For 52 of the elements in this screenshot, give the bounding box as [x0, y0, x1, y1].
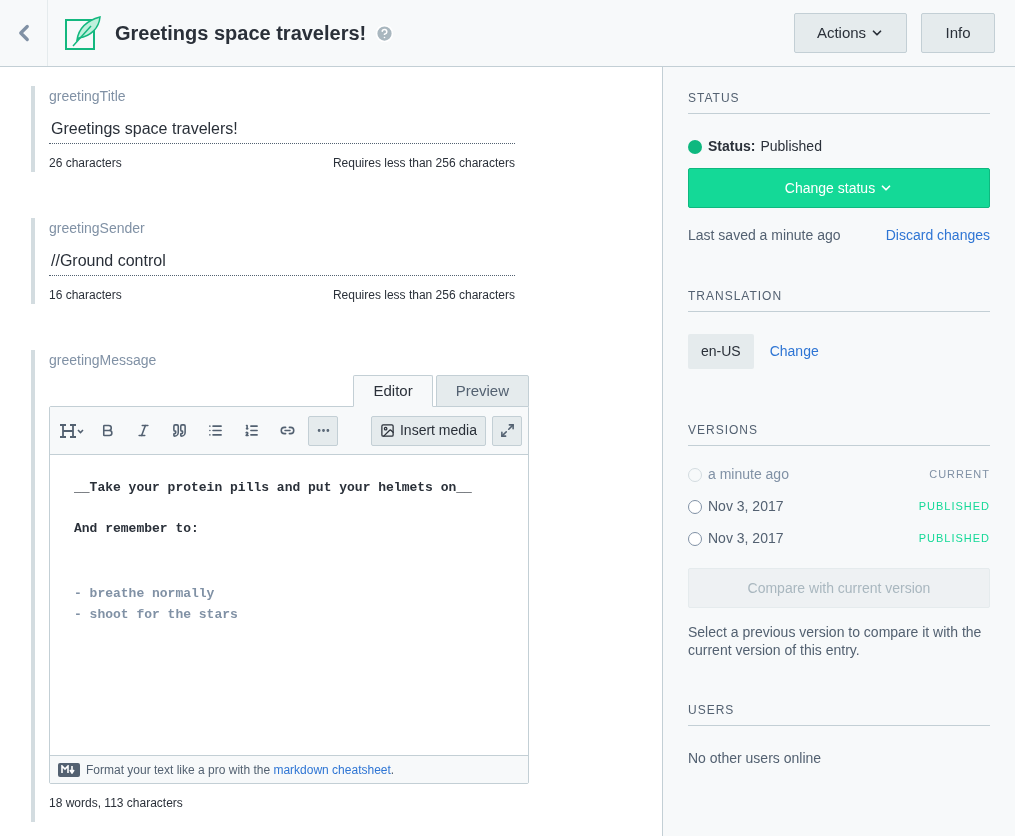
field-label: greetingTitle — [49, 87, 127, 106]
actions-button[interactable]: Actions — [794, 13, 907, 53]
cheatsheet-link[interactable]: markdown cheatsheet — [273, 762, 391, 777]
discard-changes-link[interactable]: Discard changes — [885, 225, 990, 246]
change-locale-link[interactable]: Change — [769, 341, 819, 362]
last-saved-text: Last saved a minute ago — [688, 226, 841, 245]
editor-text-line: And remember to: — [74, 520, 200, 538]
version-date: a minute ago — [708, 465, 789, 484]
field-label: greetingMessage — [49, 351, 158, 370]
markdown-icon — [58, 762, 80, 777]
expand-icon — [499, 423, 515, 438]
insert-media-button[interactable]: Insert media — [370, 415, 486, 446]
character-count: 16 characters — [49, 287, 122, 304]
heading-icon — [58, 422, 84, 439]
section-heading: USERS — [688, 701, 990, 726]
section-heading: TRANSLATION — [688, 287, 990, 312]
feather-icon — [65, 16, 101, 50]
text-field[interactable]: Greetings space travelers! — [49, 115, 515, 144]
status-label: Status: — [708, 137, 756, 156]
bulleted-list-icon — [207, 423, 223, 438]
info-button[interactable]: Info — [921, 13, 995, 53]
list-item-text: - breathe normally — [74, 585, 216, 603]
section-heading: STATUS — [688, 89, 990, 114]
version-tag: PUBLISHED — [918, 498, 990, 515]
character-count: 26 characters — [49, 155, 122, 172]
quote-icon — [171, 423, 187, 438]
numbered-list-icon — [243, 423, 259, 438]
fullscreen-button[interactable] — [492, 415, 522, 446]
text-field[interactable]: //Ground control — [49, 247, 515, 276]
character-limit: Requires less than 256 characters — [332, 287, 515, 304]
status-value: Published — [760, 137, 822, 156]
page-title: Greetings space travelers! — [115, 21, 367, 46]
editor-tab[interactable]: Editor — [353, 375, 433, 407]
image-icon — [379, 423, 395, 438]
version-radio[interactable] — [688, 531, 702, 546]
version-tag: PUBLISHED — [918, 530, 990, 547]
users-text: No other users online — [688, 749, 823, 768]
version-date: Nov 3, 2017 — [708, 529, 784, 548]
locale-tag: en-US — [688, 334, 754, 369]
editor-tab[interactable]: Preview — [435, 375, 529, 407]
field-label: greetingSender — [49, 219, 146, 238]
list-item-text: - shoot for the stars — [74, 606, 239, 624]
version-radio[interactable] — [688, 499, 702, 514]
section-heading: VERSIONS — [688, 421, 990, 446]
character-limit: Requires less than 256 characters — [332, 155, 515, 172]
compare-note: Select a previous version to compare it with the current version of this entry. — [688, 623, 983, 659]
version-tag: CURRENT — [929, 466, 990, 483]
editor-text-line: __Take your protein pills and put your helmets on__ — [74, 479, 473, 497]
markdown-hint: Format your text like a pro with the markdown cheatsheet. — [86, 761, 395, 779]
italic-icon — [135, 423, 151, 438]
version-date: Nov 3, 2017 — [708, 497, 784, 516]
word-count: 18 words, 113 characters — [49, 795, 184, 812]
